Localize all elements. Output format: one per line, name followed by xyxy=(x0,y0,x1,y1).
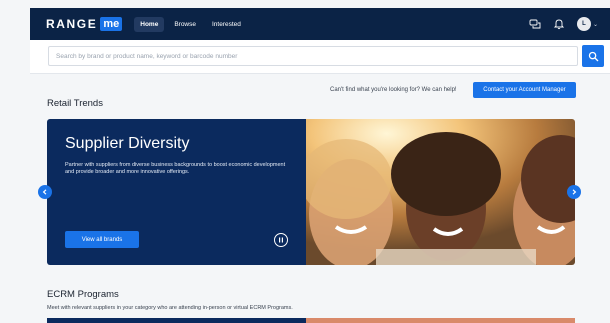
search-button[interactable] xyxy=(582,45,604,67)
retail-trends-carousel: Supplier Diversity Partner with supplier… xyxy=(47,119,575,265)
ecrm-programs-description: Meet with relevant suppliers in your cat… xyxy=(47,305,293,311)
logo[interactable]: RANGE me xyxy=(46,17,123,31)
view-all-brands-button[interactable]: View all brands xyxy=(65,231,139,248)
avatar: L xyxy=(576,17,591,31)
chat-icon[interactable] xyxy=(529,18,541,30)
search-input[interactable] xyxy=(48,46,578,66)
slide-photo xyxy=(306,119,575,265)
search-bar xyxy=(30,40,610,74)
page: RANGE me Home Browse Interested L ⌄ Sear… xyxy=(0,0,610,323)
carousel-pause-button[interactable] xyxy=(274,233,288,247)
tab-browse[interactable]: Browse xyxy=(168,17,202,32)
chevron-down-icon: ⌄ xyxy=(592,21,598,28)
slide-title: Supplier Diversity xyxy=(65,135,190,152)
chevron-right-icon xyxy=(572,189,577,195)
search-icon xyxy=(588,51,598,61)
user-menu[interactable]: L ⌄ xyxy=(576,17,598,31)
account-manager-prompt: Can't find what you're looking for? We c… xyxy=(330,87,457,93)
contact-account-manager-button[interactable]: Contact your Account Manager xyxy=(473,82,576,98)
ecrm-programs-title: ECRM Programs xyxy=(47,289,119,300)
nav-actions: L ⌄ xyxy=(529,17,610,31)
pause-icon xyxy=(279,237,283,243)
slide-text-panel: Supplier Diversity Partner with supplier… xyxy=(47,119,306,265)
top-nav: RANGE me Home Browse Interested L ⌄ xyxy=(30,8,610,40)
tab-interested[interactable]: Interested xyxy=(206,17,247,32)
bell-icon[interactable] xyxy=(553,18,565,30)
chevron-left-icon xyxy=(42,189,47,195)
tab-home[interactable]: Home xyxy=(134,16,165,32)
logo-word: RANGE xyxy=(46,17,98,31)
logo-badge: me xyxy=(100,17,123,31)
ecrm-carousel-preview xyxy=(47,318,575,323)
retail-trends-title: Retail Trends xyxy=(47,98,103,109)
carousel-next-button[interactable] xyxy=(567,185,581,199)
slide-description: Partner with suppliers from diverse busi… xyxy=(65,162,286,175)
nav-tabs: Home Browse Interested xyxy=(134,16,247,32)
carousel-prev-button[interactable] xyxy=(38,185,52,199)
